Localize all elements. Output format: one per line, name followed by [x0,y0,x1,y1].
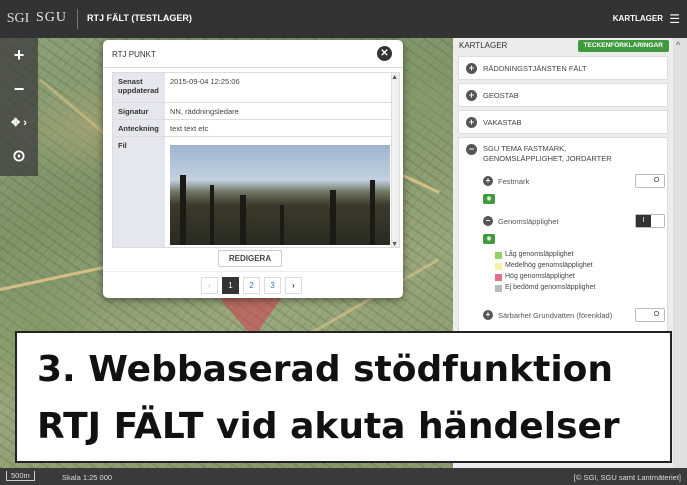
caption-line-2: RTJ FÄLT vid akuta händelser [37,406,620,447]
layer-item-geostab[interactable]: + GEOSTAB [458,83,668,107]
photo-tree [180,175,186,245]
legend-label: Ej bedömd genomsläpplighet [505,284,596,291]
panel-title: KARTLAGER [459,41,508,50]
popup-title: RTJ PUNKT [112,50,156,59]
legend-label: Låg genomsläpplighet [505,251,574,258]
toggle-state: O [653,311,660,318]
toggle-state: O [653,177,660,184]
attribute-key: Fil [113,137,165,247]
logo-divider [77,9,78,29]
sgi-logo: SGI [6,11,30,26]
plus-circle-icon[interactable]: + [483,310,493,320]
sublayer-label: Festmark [498,177,530,186]
attribute-table[interactable]: Senast uppdaterad 2015-09-04 12:25:06 Si… [112,72,400,248]
panel-scrollbar[interactable] [673,38,687,468]
attribution[interactable]: [© SGI, SGU samt Lantmäteriet] [574,473,681,482]
attribute-value: 2015-09-04 12:25:06 [170,77,240,86]
table-row: Senast uppdaterad 2015-09-04 12:25:06 [113,73,399,103]
layer-item-vakastab[interactable]: + VAKASTAB [458,110,668,134]
festmark-toggle[interactable]: O [635,174,665,188]
photo-tree [210,185,214,245]
page-2-button[interactable]: 2 [243,277,260,294]
layer-label: RÄDDNINGSTJÄNSTEN FÄLT [483,64,587,73]
scale-bar: 500m [6,471,35,481]
page-3-button[interactable]: 3 [264,277,281,294]
pan-tool-button[interactable]: ✥ › [0,106,38,140]
zoom-in-button[interactable]: + [0,38,38,72]
sublayer-label: Särbarhet Grundvatten (förenklad) [498,311,613,320]
layer-label: SGU TEMA FASTMARK, GENOMSLÄPPLIGHET, JOR… [483,144,612,163]
plus-circle-icon[interactable]: + [466,63,477,74]
top-bar: SGI SGU RTJ FÄLT (TESTLAGER) KARTLAGER ☰ [0,0,687,38]
next-page-button[interactable]: › [285,277,302,294]
legend-button[interactable]: TECKENFÖRKLARINGAR [577,40,669,52]
attribute-key: Anteckning [113,120,165,136]
locate-button[interactable]: ⊙ [0,140,38,174]
layer-label: GEOSTAB [483,91,519,100]
legend-label: Medelhög genomsläpplighet [505,262,593,269]
page-1-button[interactable]: 1 [222,277,239,294]
scale-text: Skala 1:25 000 [62,473,113,482]
attribute-key: Senast uppdaterad [113,73,165,102]
feature-popup: RTJ PUNKT ✕ Senast uppdaterad 2015-09-04… [103,40,403,298]
sublayer-label: Genomsläpplighet [498,217,559,226]
table-row: Signatur NN, räddningsledare [113,103,399,120]
popup-divider [103,67,403,68]
prev-page-button[interactable]: ‹ [201,277,218,294]
close-icon[interactable]: ✕ [377,46,392,61]
table-row: Anteckning text text etc [113,120,399,137]
minus-circle-icon[interactable]: − [466,144,477,155]
app-title: RTJ FÄLT (TESTLAGER) [87,13,192,23]
table-scrollbar[interactable]: ▲ ▼ [391,73,399,247]
eye-icon[interactable]: ◉ [483,234,495,244]
layer-label: VAKASTAB [483,118,522,127]
hamburger-icon[interactable]: ☰ [669,12,680,26]
pager-divider [103,271,403,272]
attribute-key: Signatur [113,103,165,119]
layer-item-sgu-tema[interactable]: − SGU TEMA FASTMARK, GENOMSLÄPPLIGHET, J… [458,137,668,337]
slide-caption: 3. Webbaserad stödfunktion RTJ FÄLT vid … [15,331,672,463]
chevron-up-icon[interactable]: ^ [676,40,680,50]
chevron-up-icon[interactable]: ▲ [391,74,398,81]
photo-tree [240,195,246,245]
status-bar: 500m Skala 1:25 000 [© SGI, SGU samt Lan… [0,468,687,485]
caption-line-1: 3. Webbaserad stödfunktion [37,349,614,390]
attached-photo[interactable] [170,145,390,245]
attribute-value: text text etc [170,124,209,133]
sarbarhet-toggle[interactable]: O [635,308,665,322]
photo-tree [280,205,284,245]
legend-swatch [495,252,502,259]
legend-swatch [495,274,502,281]
chevron-down-icon[interactable]: ▼ [391,241,398,247]
toggle-state: I [636,215,651,227]
sgu-logo: SGU [36,10,68,25]
genomslapplighet-toggle[interactable]: I [635,214,665,228]
plus-circle-icon[interactable]: + [466,90,477,101]
map-controls: + − ✥ › ⊙ [0,38,38,176]
legend-label: Hög genomsläpplighet [505,273,575,280]
zoom-out-button[interactable]: − [0,72,38,106]
legend-swatch [495,263,502,270]
legend-swatch [495,285,502,292]
attribute-value: NN, räddningsledare [170,107,239,116]
minus-circle-icon[interactable]: − [483,216,493,226]
edit-button[interactable]: REDIGERA [218,250,282,267]
eye-icon[interactable]: ◉ [483,194,495,204]
layer-item-raddningstjansten[interactable]: + RÄDDNINGSTJÄNSTEN FÄLT [458,56,668,80]
photo-tree [370,180,375,245]
photo-tree [330,190,336,245]
plus-circle-icon[interactable]: + [466,117,477,128]
layers-menu-label[interactable]: KARTLAGER [613,14,663,23]
plus-circle-icon[interactable]: + [483,176,493,186]
